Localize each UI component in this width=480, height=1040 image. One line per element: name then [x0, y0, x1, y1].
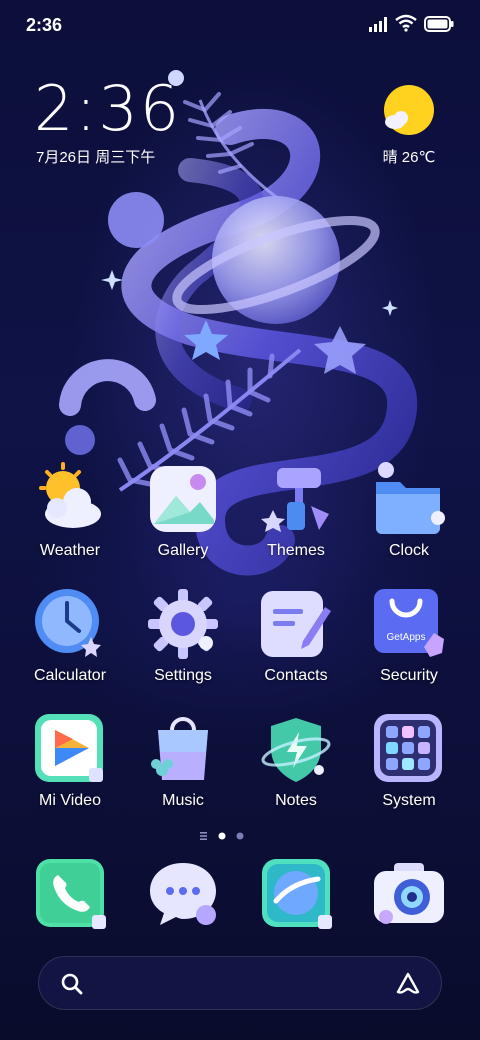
play-icon [33, 712, 107, 786]
clock-widget[interactable]: 2:36 7月26日 周三下午 [34, 78, 181, 167]
folder-icon [372, 462, 446, 536]
assistant-icon[interactable] [395, 971, 421, 997]
app-weather[interactable]: Weather [15, 462, 125, 560]
app-contacts[interactable]: Contacts [241, 587, 351, 685]
widget-date: 7月26日 周三下午 [36, 149, 156, 166]
app-calculator[interactable]: Calculator [15, 587, 125, 685]
phone-icon[interactable] [34, 857, 108, 931]
browser-planet-icon[interactable] [260, 857, 334, 931]
app-security[interactable]: GetApps Security [354, 587, 464, 685]
widget-time: 2:36 [34, 72, 182, 145]
app-label: Gallery [157, 542, 209, 559]
clock-face-icon [33, 587, 107, 661]
gear-icon [146, 587, 220, 661]
paint-roller-icon [259, 462, 333, 536]
menu-page-icon [200, 832, 207, 840]
battery-icon [424, 16, 454, 32]
app-label: Themes [267, 542, 325, 559]
app-label: Weather [39, 542, 101, 559]
app-label: Settings [154, 667, 212, 684]
weather-condition-temp: 晴 26℃ [382, 149, 436, 166]
getapps-label: GetApps [387, 632, 426, 643]
messages-icon[interactable] [146, 857, 220, 931]
app-label: Notes [275, 792, 317, 809]
app-notes[interactable]: Notes [241, 712, 351, 810]
app-settings[interactable]: Settings [128, 587, 238, 685]
app-label: Calculator [33, 667, 107, 684]
app-label: Clock [388, 542, 429, 559]
app-label: System [382, 792, 436, 809]
notepad-pen-icon [259, 587, 333, 661]
app-label: Contacts [264, 667, 328, 684]
app-clock[interactable]: Clock [354, 462, 464, 560]
app-label: Mi Video [39, 792, 101, 809]
app-system[interactable]: System [354, 712, 464, 810]
app-label: Music [162, 792, 204, 809]
status-bar: 2:36 [0, 0, 480, 50]
camera-icon[interactable] [372, 857, 446, 931]
app-mi-video[interactable]: Mi Video [15, 712, 125, 810]
search-bar[interactable] [38, 956, 442, 1010]
status-time: 2:36 [26, 15, 63, 35]
shopping-bag-flower-icon [146, 712, 220, 786]
app-folder-icon [372, 712, 446, 786]
weather-widget[interactable]: 晴 26℃ [374, 84, 444, 167]
wifi-icon [395, 14, 417, 32]
sunny-weather-icon [383, 84, 435, 136]
shield-bolt-icon [259, 712, 333, 786]
cellular-signal-icon [369, 17, 387, 32]
page-dot [236, 832, 244, 840]
app-gallery[interactable]: Gallery [128, 462, 238, 560]
gallery-icon [146, 462, 220, 536]
app-themes[interactable]: Themes [241, 462, 351, 560]
shopping-bag-icon: GetApps [372, 587, 446, 661]
search-icon [61, 973, 83, 995]
weather-icon [33, 462, 107, 536]
page-indicator[interactable] [0, 829, 480, 841]
app-music[interactable]: Music [128, 712, 238, 810]
app-label: Security [380, 667, 438, 684]
page-dot-active [218, 832, 226, 840]
